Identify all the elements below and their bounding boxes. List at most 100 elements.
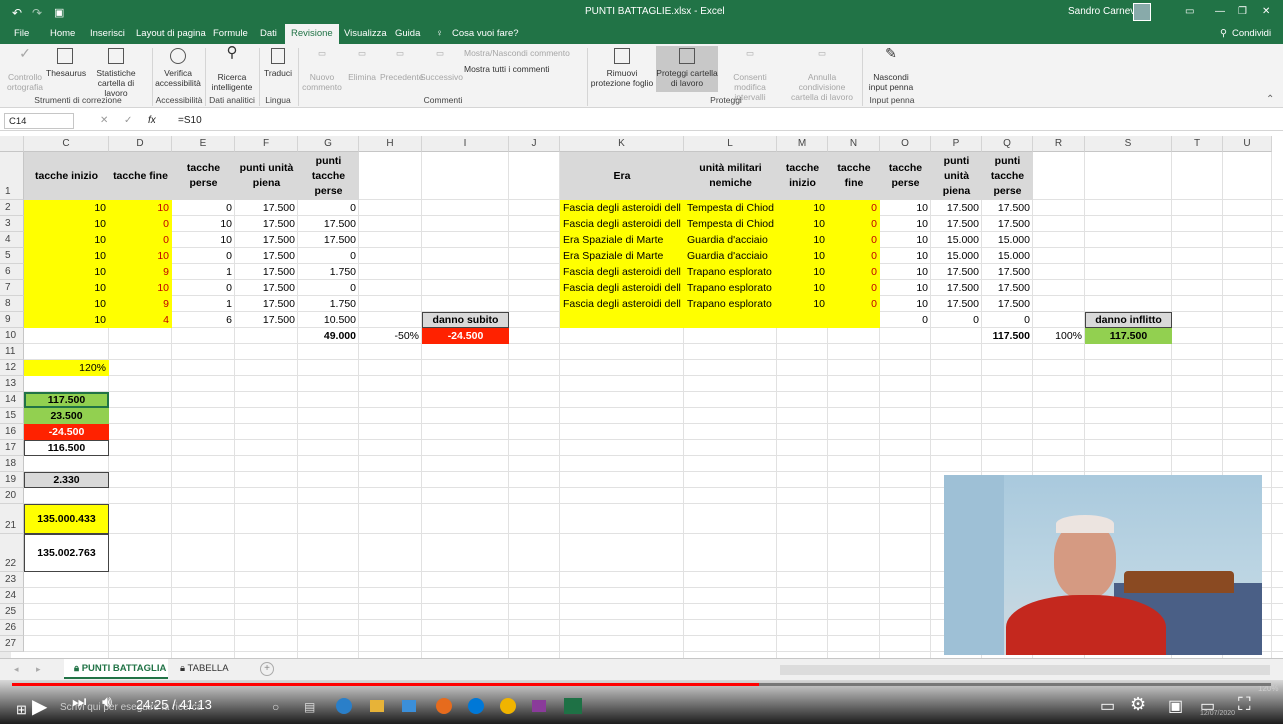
data-cell[interactable]: Fascia degli asteroidi dell: [560, 216, 684, 232]
enter-icon[interactable]: ✓: [124, 115, 132, 126]
data-cell[interactable]: 10: [880, 232, 931, 248]
data-cell[interactable]: 10: [24, 312, 109, 328]
column-header-s[interactable]: S: [1085, 136, 1172, 152]
data-cell[interactable]: Guardia d'acciaio: [684, 248, 777, 264]
data-cell[interactable]: 10: [880, 216, 931, 232]
column-header-r[interactable]: R: [1033, 136, 1085, 152]
prev-sheet-icon[interactable]: ◂: [14, 664, 19, 675]
value-danno-inflitto[interactable]: 117.500: [1085, 328, 1172, 344]
data-cell[interactable]: 10: [880, 280, 931, 296]
excel-taskbar-icon[interactable]: [564, 698, 582, 714]
column-header-l[interactable]: L: [684, 136, 777, 152]
data-cell[interactable]: 0: [828, 296, 880, 312]
row-header-10[interactable]: 10: [0, 328, 24, 344]
row-header-15[interactable]: 15: [0, 408, 24, 424]
column-header-j[interactable]: J: [509, 136, 560, 152]
column-header-i[interactable]: I: [422, 136, 509, 152]
data-cell[interactable]: 10: [777, 280, 828, 296]
row-header-4[interactable]: 4: [0, 232, 24, 248]
row-header-21[interactable]: 21: [0, 504, 24, 534]
data-cell[interactable]: 0: [931, 312, 982, 328]
unprotect-sheet-button[interactable]: Rimuovi protezione foglio: [590, 48, 654, 88]
row-header-1[interactable]: 1: [0, 152, 24, 200]
row-header-27[interactable]: 27: [0, 636, 24, 652]
close-icon[interactable]: ✕: [1262, 6, 1270, 17]
column-header-g[interactable]: G: [298, 136, 359, 152]
firefox-icon[interactable]: [436, 698, 452, 714]
subtitles-icon[interactable]: ▭: [1100, 696, 1115, 716]
data-cell[interactable]: 10.500: [298, 312, 359, 328]
data-cell[interactable]: Trapano esplorato: [684, 280, 777, 296]
taskbar-icon[interactable]: ▤: [304, 700, 315, 714]
data-cell[interactable]: 0: [172, 248, 235, 264]
tab-layout[interactable]: Layout di pagina: [136, 28, 206, 39]
row-header-26[interactable]: 26: [0, 620, 24, 636]
data-cell[interactable]: 1: [172, 264, 235, 280]
delete-comment-button[interactable]: ▭ Elimina: [344, 48, 380, 82]
cell-c22[interactable]: 135.002.763: [24, 534, 109, 572]
data-cell[interactable]: 1: [172, 296, 235, 312]
data-cell[interactable]: 10: [777, 232, 828, 248]
column-header-q[interactable]: Q: [982, 136, 1033, 152]
header-cell[interactable]: punti unità piena: [931, 152, 982, 200]
next-video-icon[interactable]: ⏭: [72, 694, 86, 712]
smart-lookup-button[interactable]: ⚲ Ricerca intelligente: [208, 45, 256, 92]
header-cell[interactable]: tacche fine: [828, 152, 880, 200]
data-cell[interactable]: 17.500: [982, 200, 1033, 216]
new-comment-button[interactable]: ▭ Nuovo commento: [302, 48, 342, 92]
row-header-20[interactable]: 20: [0, 488, 24, 504]
data-cell[interactable]: Trapano esplorato: [684, 264, 777, 280]
data-cell[interactable]: 0: [828, 280, 880, 296]
data-cell[interactable]: 10: [24, 248, 109, 264]
formula-input[interactable]: =S10: [178, 115, 202, 126]
cell-c16[interactable]: -24.500: [24, 424, 109, 440]
data-cell[interactable]: 17.500: [298, 232, 359, 248]
data-cell[interactable]: 17.500: [982, 216, 1033, 232]
name-box[interactable]: C14: [4, 113, 74, 129]
header-cell[interactable]: punti tacche perse: [982, 152, 1033, 200]
header-cell[interactable]: tacche fine: [109, 152, 172, 200]
data-cell[interactable]: 10: [109, 248, 172, 264]
row-header-24[interactable]: 24: [0, 588, 24, 604]
data-cell[interactable]: 15.000: [931, 248, 982, 264]
column-header-o[interactable]: O: [880, 136, 931, 152]
play-icon[interactable]: ▶: [32, 694, 47, 719]
data-cell[interactable]: 10: [777, 200, 828, 216]
save-icon[interactable]: ▣: [54, 6, 64, 19]
windows-start-icon[interactable]: ⊞: [16, 702, 27, 718]
data-cell[interactable]: 6: [172, 312, 235, 328]
percent-danno-inflitto[interactable]: 100%: [1033, 328, 1085, 344]
data-cell[interactable]: 9: [109, 296, 172, 312]
data-cell[interactable]: 17.500: [982, 264, 1033, 280]
tab-inserisci[interactable]: Inserisci: [90, 28, 125, 39]
row-header-22[interactable]: 22: [0, 534, 24, 572]
data-cell[interactable]: Tempesta di Chiod: [684, 200, 777, 216]
column-header-h[interactable]: H: [359, 136, 422, 152]
data-cell[interactable]: 17.500: [235, 216, 298, 232]
column-header-n[interactable]: N: [828, 136, 880, 152]
ribbon-display-icon[interactable]: ▭: [1185, 6, 1194, 17]
data-cell[interactable]: 4: [109, 312, 172, 328]
data-cell[interactable]: [777, 312, 828, 328]
translate-button[interactable]: Traduci: [261, 48, 295, 78]
unshare-workbook-button[interactable]: ▭ Annulla condivisione cartella di lavoro: [784, 48, 860, 102]
row-header-5[interactable]: 5: [0, 248, 24, 264]
column-header-t[interactable]: T: [1172, 136, 1223, 152]
total-danno-subito[interactable]: 49.000: [298, 328, 359, 344]
cell-c17[interactable]: 116.500: [24, 440, 109, 456]
column-header-e[interactable]: E: [172, 136, 235, 152]
sheet-tab-punti-battaglia[interactable]: 🔒︎ PUNTI BATTAGLIA: [64, 659, 168, 679]
mail-icon[interactable]: [402, 700, 416, 712]
data-cell[interactable]: 17.500: [931, 216, 982, 232]
data-cell[interactable]: 10: [24, 200, 109, 216]
row-header-3[interactable]: 3: [0, 216, 24, 232]
row-header-9[interactable]: 9: [0, 312, 24, 328]
column-header-m[interactable]: M: [777, 136, 828, 152]
sheet-tab-tabella[interactable]: 🔒︎ TABELLA: [170, 659, 240, 679]
data-cell[interactable]: 17.500: [931, 264, 982, 280]
undo-icon[interactable]: ↶: [12, 6, 22, 20]
data-cell[interactable]: 17.500: [235, 280, 298, 296]
data-cell[interactable]: [828, 312, 880, 328]
cell-c19[interactable]: 2.330: [24, 472, 109, 488]
tab-home[interactable]: Home: [50, 28, 75, 39]
